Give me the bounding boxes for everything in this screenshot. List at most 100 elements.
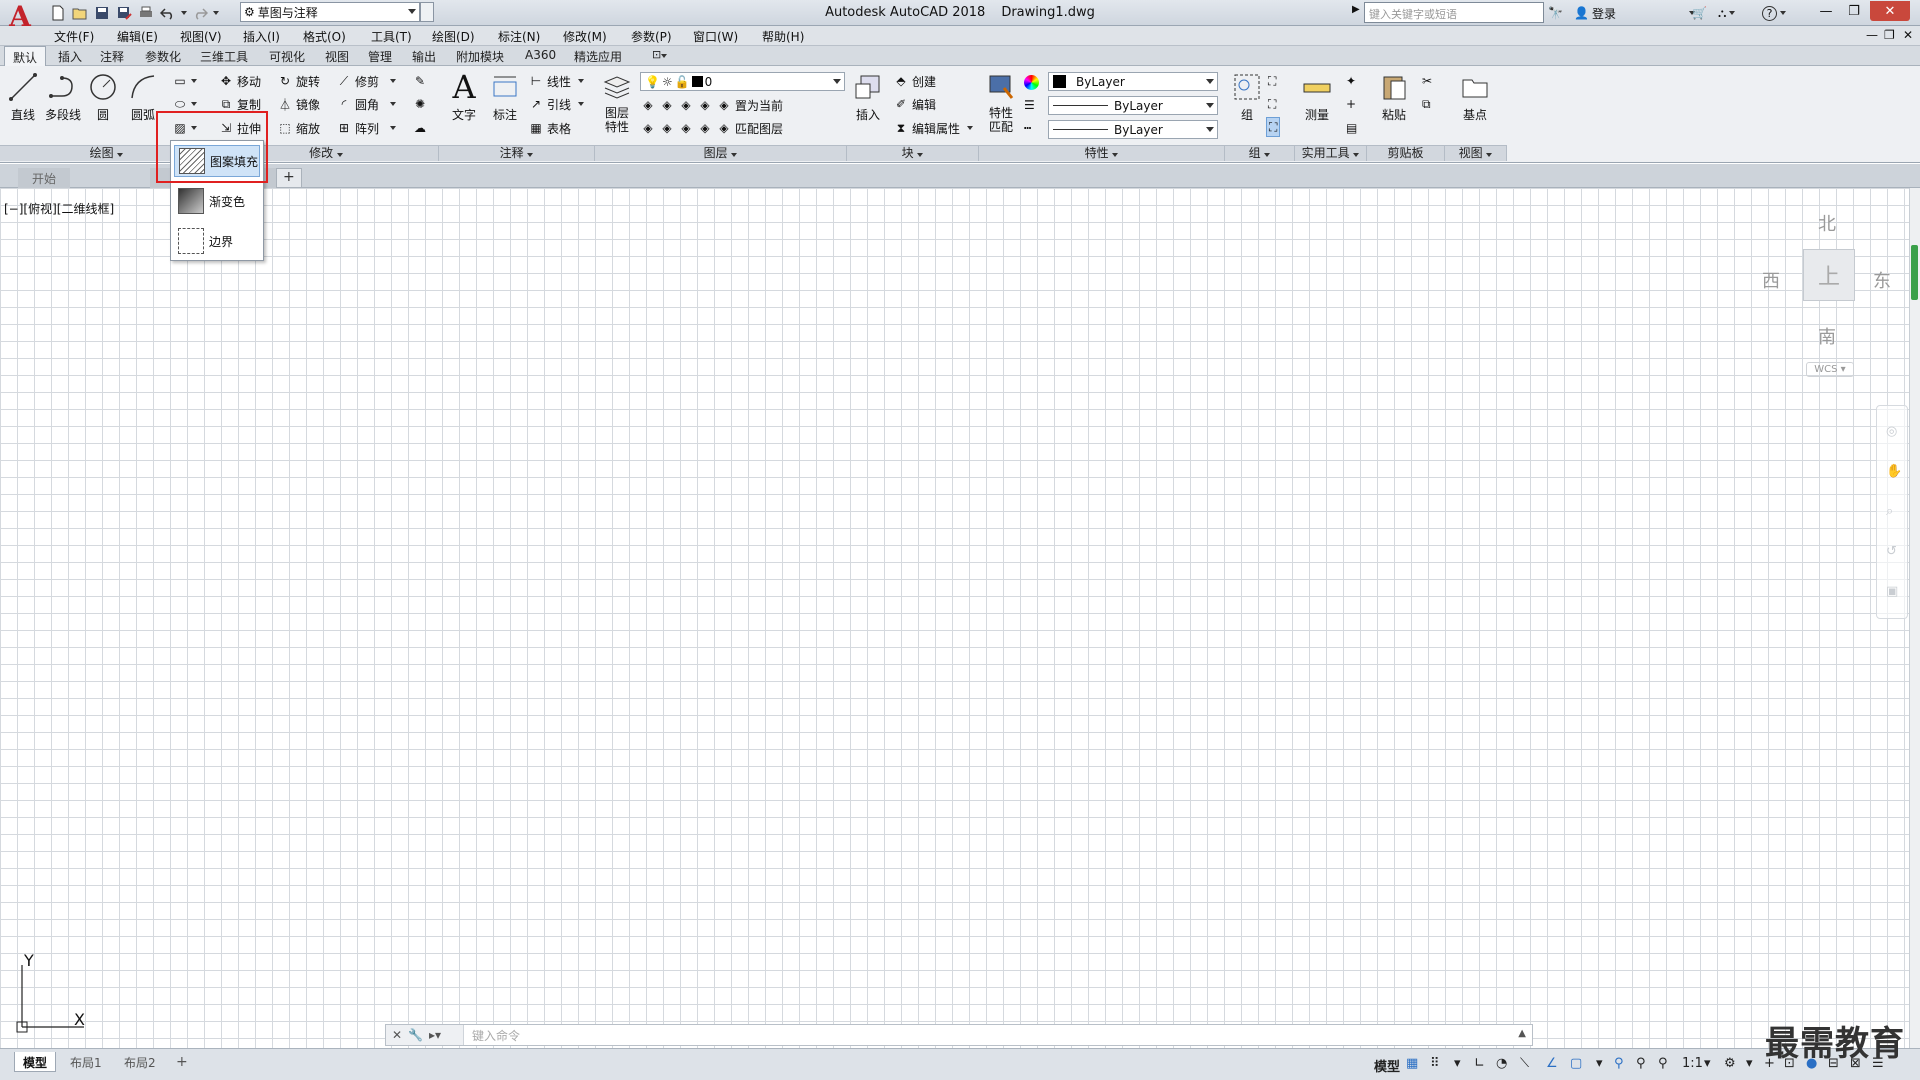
layer-off-icon[interactable]: ◈ — [640, 97, 656, 113]
viewcube-north[interactable]: 北 — [1818, 210, 1836, 236]
tab-view[interactable]: 视图 — [325, 48, 349, 65]
grid-icon[interactable]: ▦ — [1406, 1056, 1418, 1071]
menu-window[interactable]: 窗口(W) — [693, 28, 738, 45]
properties-panel-title[interactable]: 特性 — [978, 145, 1224, 161]
tab-parametric[interactable]: 参数化 — [145, 48, 181, 65]
layer-unisolate-icon[interactable]: ◈ — [659, 120, 675, 136]
restore-button[interactable]: ❐ — [1841, 1, 1867, 21]
cart-icon[interactable]: 🛒 — [1692, 3, 1707, 23]
mdi-restore-button[interactable]: ❐ — [1884, 28, 1895, 42]
group-select-icon[interactable]: ⛶ — [1266, 117, 1281, 137]
match-properties-button[interactable]: 特性 匹配 — [980, 70, 1022, 134]
clipboard-panel-title[interactable]: 剪贴板 — [1366, 145, 1444, 161]
explode-button[interactable]: ✺ — [412, 94, 428, 114]
minimize-button[interactable]: — — [1813, 1, 1839, 21]
scrollbar-thumb[interactable] — [1911, 245, 1918, 300]
set-current-button[interactable]: 置为当前 — [735, 97, 783, 114]
isodraft-icon[interactable]: ⟍ — [1520, 1056, 1529, 1071]
layer-unlock-icon[interactable]: ◈ — [697, 120, 713, 136]
insert-block-button[interactable]: 插入 — [847, 70, 889, 123]
quick-select-icon[interactable]: ✦ — [1346, 71, 1356, 91]
layer-thaw-icon[interactable]: ◈ — [678, 120, 694, 136]
paste-button[interactable]: 粘贴 — [1373, 70, 1415, 123]
mdi-minimize-button[interactable]: — — [1866, 28, 1878, 42]
search-expand-icon[interactable]: ▶ — [1352, 4, 1360, 15]
auto-scale-icon[interactable]: ⚲ — [1636, 1056, 1646, 1071]
match-layer-button[interactable]: 匹配图层 — [735, 120, 783, 137]
tab-layout1[interactable]: 布局1 — [62, 1052, 110, 1072]
tab-manage[interactable]: 管理 — [368, 48, 392, 65]
menu-file[interactable]: 文件(F) — [54, 28, 94, 45]
tab-a360[interactable]: A360 — [525, 48, 556, 62]
menu-help[interactable]: 帮助(H) — [762, 28, 804, 45]
menu-parametric[interactable]: 参数(P) — [631, 28, 672, 45]
annotation-panel-title[interactable]: 注释 — [438, 145, 594, 161]
vertical-scrollbar[interactable] — [1909, 188, 1920, 1048]
tab-visualize[interactable]: 可视化 — [269, 48, 305, 65]
snap-icon[interactable]: ⠿ — [1430, 1056, 1440, 1071]
ortho-icon[interactable]: ∟ — [1474, 1056, 1485, 1071]
viewport-controls[interactable]: [−][俯视][二维线框] — [4, 200, 114, 217]
edit-attributes-button[interactable]: ⧗ 编辑属性 — [893, 118, 974, 138]
new-tab-button[interactable]: + — [276, 168, 302, 188]
groups-panel-title[interactable]: 组 — [1224, 145, 1294, 161]
array-button[interactable]: ⊞ 阵列 — [336, 118, 397, 138]
pan-icon[interactable]: ✋ — [1886, 464, 1902, 479]
point-icon[interactable]: + — [1346, 94, 1356, 114]
rotate-button[interactable]: ↻ 旋转 — [277, 71, 320, 91]
polyline-button[interactable]: 多段线 — [42, 70, 84, 123]
add-layout-button[interactable]: + — [168, 1052, 196, 1072]
circle-button[interactable]: 圆 — [82, 70, 124, 123]
layer-on-icon[interactable]: ◈ — [640, 120, 656, 136]
lineweight-select[interactable]: ByLayer — [1048, 96, 1218, 115]
leader-button[interactable]: ↗ 引线 — [528, 94, 585, 114]
ribbon-minimize-icon[interactable]: ⊡ — [652, 48, 668, 61]
layer-select[interactable]: 💡 ☼ 🔓 0 — [640, 72, 845, 91]
menu-modify[interactable]: 修改(M) — [563, 28, 607, 45]
line-button[interactable]: 直线 — [2, 70, 44, 123]
utilities-panel-title[interactable]: 实用工具 — [1294, 145, 1366, 161]
mirror-button[interactable]: ⏃ 镜像 — [277, 94, 320, 114]
view-panel-title[interactable]: 视图 — [1444, 145, 1506, 161]
chevron-down-icon[interactable]: ▾ — [1746, 1056, 1753, 1071]
polar-icon[interactable]: ◔ — [1496, 1056, 1507, 1071]
model-space-button[interactable]: 模型 — [1374, 1056, 1400, 1075]
tab-model[interactable]: 模型 — [14, 1052, 57, 1072]
base-view-button[interactable]: 基点 — [1454, 70, 1496, 123]
tab-featured-apps[interactable]: 精选应用 — [574, 48, 622, 65]
close-icon[interactable]: ✕ — [392, 1028, 402, 1042]
color-select[interactable]: ByLayer — [1048, 72, 1218, 91]
rectangle-button[interactable]: ▭ — [172, 71, 197, 91]
login-button[interactable]: 👤 登录 — [1574, 3, 1695, 23]
layers-panel-title[interactable]: 图层 — [594, 145, 846, 161]
mdi-close-button[interactable]: ✕ — [1903, 28, 1913, 42]
create-block-button[interactable]: ⬘ 创建 — [893, 71, 936, 91]
block-panel-title[interactable]: 块 — [846, 145, 978, 161]
navigation-bar[interactable]: ◎ ✋ ⌕ ↺ ▣ — [1876, 405, 1908, 619]
erase-button[interactable]: ✎ — [412, 71, 428, 91]
viewcube-west[interactable]: 西 — [1762, 267, 1780, 293]
calculator-icon[interactable]: ▤ — [1346, 118, 1357, 138]
tab-3d-tools[interactable]: 三维工具 — [200, 48, 248, 65]
annotation-visibility-icon[interactable]: ⚲ — [1614, 1056, 1624, 1071]
boundary-menu-item[interactable]: 边界 — [174, 225, 260, 257]
cut-icon[interactable]: ✂ — [1422, 71, 1432, 91]
chevron-down-icon[interactable]: ▾ — [1454, 1056, 1461, 1071]
chevron-down-icon[interactable]: ▾ — [1704, 1056, 1711, 1071]
menu-format[interactable]: 格式(O) — [303, 28, 346, 45]
viewcube-east[interactable]: 东 — [1873, 267, 1891, 293]
close-button[interactable]: ✕ — [1870, 1, 1910, 21]
orbit-icon[interactable]: ↺ — [1886, 544, 1897, 559]
trim-button[interactable]: ⟋ 修剪 — [336, 71, 397, 91]
gradient-menu-item[interactable]: 渐变色 — [174, 185, 260, 217]
a360-icon[interactable]: ⛬ — [1718, 3, 1736, 23]
viewcube[interactable]: 上 — [1803, 249, 1855, 301]
object-snap-icon[interactable]: ▢ — [1570, 1056, 1582, 1071]
menu-dimension[interactable]: 标注(N) — [498, 28, 540, 45]
menu-view[interactable]: 视图(V) — [180, 28, 222, 45]
tab-home[interactable]: 默认 — [4, 46, 47, 66]
measure-button[interactable]: 测量 — [1296, 70, 1338, 123]
binoculars-icon[interactable]: 🔭 — [1548, 3, 1563, 23]
command-input[interactable]: 键入命令 — [464, 1027, 520, 1044]
showmotion-icon[interactable]: ▣ — [1886, 584, 1898, 599]
